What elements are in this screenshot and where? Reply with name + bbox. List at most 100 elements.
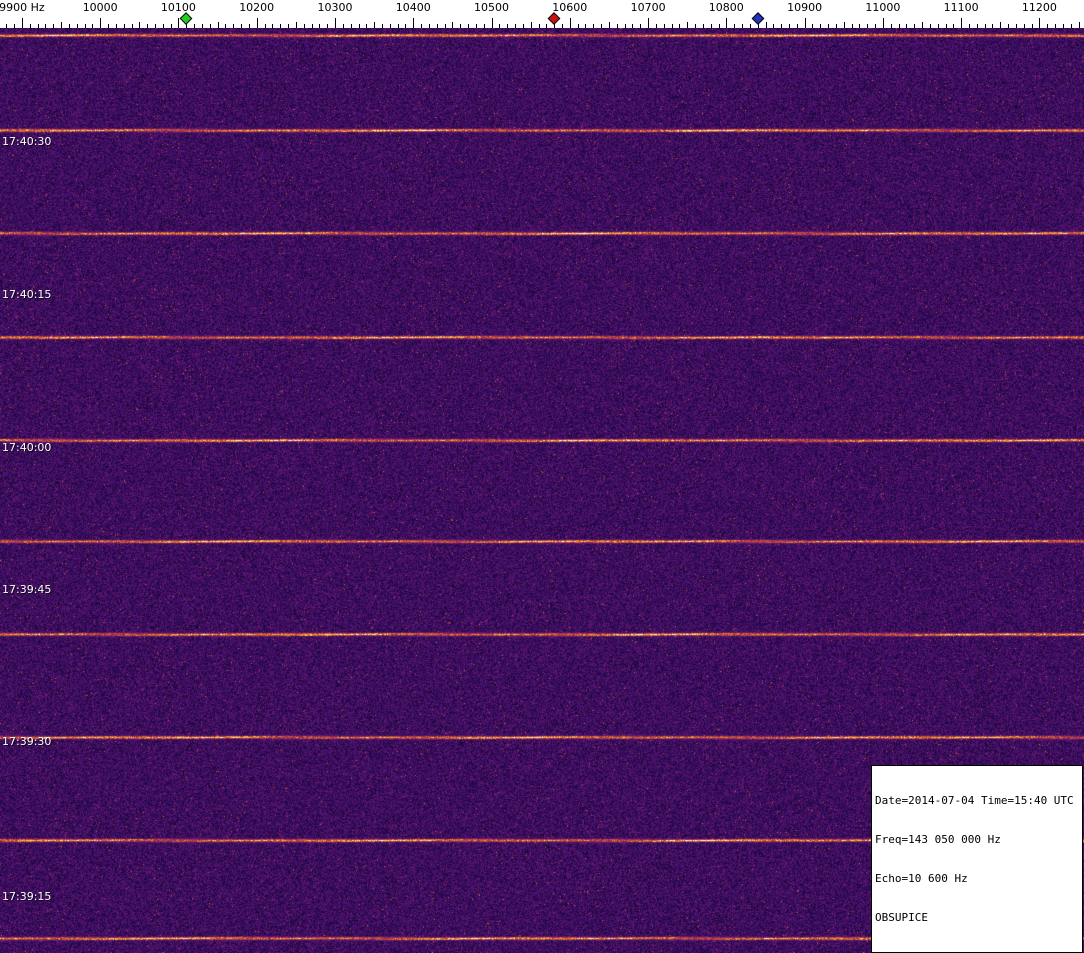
ruler-tick (100, 18, 102, 28)
marker-green-diamond-icon[interactable] (179, 12, 193, 25)
ruler-tick (593, 24, 595, 28)
ruler-tick (875, 24, 876, 28)
ruler-tick (695, 24, 696, 28)
ruler-tick (765, 22, 767, 28)
ruler-tick (147, 24, 149, 28)
ruler-tick (76, 24, 78, 28)
ruler-tick (248, 24, 250, 28)
ruler-tick (710, 24, 712, 28)
ruler-tick (828, 24, 830, 28)
ruler-tick (1015, 24, 1017, 28)
ruler-frequency-label: 10000 (82, 1, 118, 14)
frequency-ruler[interactable]: 9900 Hz 10000 10100 10200 10300 10400 10500 106… (0, 0, 1084, 28)
ruler-tick (405, 24, 407, 28)
ruler-tick (624, 24, 626, 28)
ruler-tick (499, 24, 501, 28)
ruler-tick (663, 24, 665, 28)
ruler-tick (389, 24, 391, 28)
ruler-tick (984, 24, 986, 28)
ruler-tick (483, 24, 485, 28)
ruler-tick (601, 24, 603, 28)
ruler-tick (992, 24, 994, 28)
ruler-tick (1039, 18, 1041, 28)
ruler-tick (655, 24, 657, 28)
ruler-tick (397, 24, 399, 28)
ruler-tick (1055, 24, 1056, 28)
ruler-tick (937, 24, 939, 28)
ruler-tick (632, 24, 634, 28)
ruler-tick (61, 22, 62, 28)
ruler-tick (922, 22, 923, 28)
ruler-tick (256, 18, 258, 28)
ruler-tick (640, 24, 642, 28)
info-echo: Echo=10 600 Hz (875, 872, 968, 885)
ruler-tick (616, 24, 618, 28)
ruler-tick (170, 24, 172, 28)
ruler-tick (812, 24, 814, 28)
ruler-tick (906, 24, 908, 28)
ruler-tick (562, 24, 563, 28)
ruler-frequency-label: 11200 (1021, 1, 1057, 14)
ruler-tick (155, 24, 156, 28)
ruler-tick (319, 24, 321, 28)
ruler-tick (671, 24, 673, 28)
ruler-tick (162, 24, 164, 28)
ruler-tick (585, 24, 587, 28)
ruler-tick (68, 24, 70, 28)
ruler-tick (92, 24, 94, 28)
ruler-tick (843, 22, 845, 28)
ruler-tick (742, 24, 743, 28)
ruler-tick (749, 24, 751, 28)
ruler-tick (350, 24, 352, 28)
ruler-tick (1000, 22, 1002, 28)
ruler-tick (335, 18, 336, 28)
ruler-tick (374, 22, 376, 28)
ruler-tick (468, 24, 469, 28)
ruler-tick (867, 24, 869, 28)
ruler-tick (859, 24, 861, 28)
ruler-tick (515, 24, 516, 28)
ruler-tick (436, 24, 438, 28)
ruler-tick (123, 24, 125, 28)
ruler-tick (820, 24, 822, 28)
ruler-tick (608, 22, 610, 28)
ruler-tick (577, 24, 579, 28)
ruler-tick (507, 24, 509, 28)
ruler-tick (139, 22, 141, 28)
ruler-tick (475, 24, 477, 28)
ruler-tick (1047, 24, 1049, 28)
ruler-tick (45, 24, 47, 28)
ruler-tick (233, 24, 235, 28)
ruler-tick (272, 24, 274, 28)
ruler-tick (295, 22, 297, 28)
ruler-tick (530, 22, 532, 28)
ruler-frequency-label: 11100 (943, 1, 979, 14)
ruler-tick (381, 24, 383, 28)
ruler-tick (796, 24, 798, 28)
ruler-tick (890, 24, 892, 28)
info-date-time: Date=2014-07-04 Time=15:40 UTC (875, 794, 1074, 807)
ruler-tick (569, 18, 571, 28)
marker-red-diamond-icon[interactable] (547, 12, 561, 25)
ruler-tick (702, 24, 704, 28)
ruler-tick (835, 24, 837, 28)
ruler-tick (968, 24, 970, 28)
ruler-tick (327, 24, 329, 28)
ruler-tick (241, 24, 243, 28)
ruler-tick (953, 24, 955, 28)
info-frequency: Freq=143 050 000 Hz (875, 833, 1001, 846)
ruler-tick (679, 24, 681, 28)
ruler-tick (1023, 24, 1025, 28)
ruler-tick (1070, 24, 1072, 28)
ruler-frequency-label: 10700 (630, 1, 666, 14)
marker-blue-diamond-icon[interactable] (751, 12, 764, 25)
ruler-tick (929, 24, 931, 28)
ruler-tick (491, 18, 493, 28)
ruler-tick (280, 24, 282, 28)
ruler-frequency-label: 10400 (395, 1, 431, 14)
ruler-tick (546, 24, 548, 28)
ruler-tick (522, 24, 524, 28)
ruler-tick (804, 18, 806, 28)
ruler-tick (37, 24, 39, 28)
ruler-tick (14, 24, 16, 28)
